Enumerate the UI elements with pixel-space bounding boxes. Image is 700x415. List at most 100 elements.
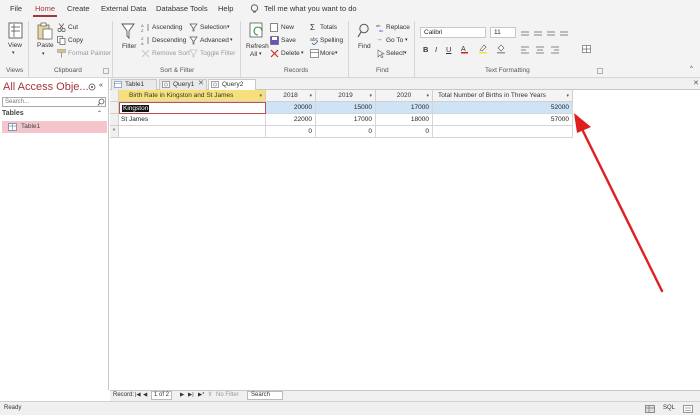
align-icons[interactable] bbox=[520, 46, 564, 54]
column-header-2020[interactable]: 2020 ▾ bbox=[376, 90, 433, 102]
current-record-input[interactable]: 1 of 2 bbox=[151, 391, 173, 400]
close-tab-query1-icon[interactable]: ✕ bbox=[198, 79, 204, 87]
selection-button[interactable]: Selection bbox=[200, 24, 227, 31]
table-cell-2020[interactable]: 18000 bbox=[376, 114, 433, 126]
nav-menu-icon[interactable] bbox=[88, 83, 96, 91]
record-selector[interactable] bbox=[110, 114, 119, 126]
column-dropdown-icon[interactable]: ▾ bbox=[369, 90, 372, 102]
table-cell-name[interactable]: Kingston bbox=[119, 102, 266, 114]
select-all-corner[interactable] bbox=[110, 90, 119, 102]
list-indent-icons[interactable] bbox=[520, 30, 580, 38]
table-cell-2019[interactable]: 15000 bbox=[316, 102, 376, 114]
search-icon[interactable] bbox=[97, 98, 105, 106]
cut-button[interactable]: Cut bbox=[68, 24, 78, 31]
more-dropdown-icon[interactable]: ▾ bbox=[335, 50, 338, 56]
refresh-dropdown-icon[interactable]: ▾ bbox=[259, 51, 262, 57]
column-dropdown-icon[interactable]: ▾ bbox=[566, 90, 569, 102]
table-cell-name[interactable] bbox=[119, 126, 266, 138]
column-header-2019[interactable]: 2019 ▾ bbox=[316, 90, 376, 102]
sort-ascending-button[interactable]: Ascending bbox=[152, 24, 182, 31]
table-cell-2020[interactable]: 17000 bbox=[376, 102, 433, 114]
dialog-launcher-icon[interactable] bbox=[103, 68, 109, 74]
totals-button[interactable]: Totals bbox=[320, 24, 337, 31]
replace-button[interactable]: Replace bbox=[386, 24, 410, 31]
new-blank-record-icon[interactable]: ▶* bbox=[198, 392, 204, 398]
goto-dropdown-icon[interactable]: ▾ bbox=[405, 37, 408, 43]
underline-button[interactable]: U bbox=[446, 45, 451, 54]
paste-dropdown-icon[interactable]: ▾ bbox=[42, 51, 45, 57]
nav-section-tables[interactable]: Tables bbox=[2, 110, 107, 117]
select-button[interactable]: Select bbox=[386, 50, 404, 57]
new-record-button[interactable]: New bbox=[281, 24, 294, 31]
menu-file[interactable]: File bbox=[10, 4, 22, 13]
advanced-dropdown-icon[interactable]: ▾ bbox=[230, 37, 233, 43]
remove-sort-button[interactable]: Remove Sort bbox=[152, 50, 190, 57]
next-record-icon[interactable]: ▶ bbox=[180, 392, 184, 398]
tell-me-search[interactable]: Tell me what you want to do bbox=[264, 4, 357, 13]
menu-external-data[interactable]: External Data bbox=[101, 4, 146, 13]
table-cell-total[interactable]: 57000 bbox=[433, 114, 573, 126]
menu-help[interactable]: Help bbox=[218, 4, 233, 13]
advanced-filter-button[interactable]: Advanced bbox=[200, 37, 229, 44]
table-cell-2019[interactable]: 0 bbox=[316, 126, 376, 138]
table-cell-name[interactable]: St James bbox=[119, 114, 266, 126]
section-collapse-icon[interactable]: ⌃ bbox=[97, 110, 102, 117]
first-record-icon[interactable]: |◀ bbox=[135, 392, 141, 398]
record-selector[interactable] bbox=[110, 102, 119, 114]
table-cell-2018[interactable]: 20000 bbox=[266, 102, 316, 114]
record-search-input[interactable]: Search bbox=[247, 391, 283, 400]
menu-create[interactable]: Create bbox=[67, 4, 90, 13]
save-button[interactable]: Save bbox=[281, 37, 296, 44]
copy-button[interactable]: Copy bbox=[68, 37, 83, 44]
collapse-ribbon-icon[interactable]: ^ bbox=[690, 66, 693, 72]
table-cell-total[interactable]: 52000 bbox=[433, 102, 573, 114]
selection-dropdown-icon[interactable]: ▾ bbox=[227, 24, 230, 30]
table-cell-2018[interactable]: 0 bbox=[266, 126, 316, 138]
more-records-button[interactable]: More bbox=[320, 50, 335, 57]
bold-button[interactable]: B bbox=[423, 45, 428, 54]
menu-home[interactable]: Home bbox=[35, 4, 55, 13]
font-color-icon[interactable]: A bbox=[460, 44, 474, 54]
delete-button[interactable]: Delete bbox=[281, 50, 300, 57]
refresh-all-button[interactable]: Refresh bbox=[246, 43, 269, 50]
filter-button[interactable]: Filter bbox=[122, 43, 136, 50]
find-button[interactable]: Find bbox=[358, 43, 371, 50]
select-dropdown-icon[interactable]: ▾ bbox=[404, 50, 407, 56]
datasheet-view-icon[interactable] bbox=[645, 405, 655, 413]
spelling-button[interactable]: Spelling bbox=[320, 37, 343, 44]
shutter-bar-icon[interactable]: « bbox=[99, 82, 103, 89]
menu-database-tools[interactable]: Database Tools bbox=[156, 4, 208, 13]
sql-view-button[interactable]: SQL bbox=[663, 405, 675, 411]
nav-pane-title[interactable]: All Access Obje... bbox=[3, 81, 89, 93]
column-header-birth-rate[interactable]: Birth Rate in Kingston and St James ▾ bbox=[119, 90, 266, 102]
delete-dropdown-icon[interactable]: ▾ bbox=[301, 50, 304, 56]
font-size-dropdown[interactable]: 11 bbox=[490, 27, 516, 38]
column-dropdown-icon[interactable]: ▾ bbox=[426, 90, 429, 102]
nav-search-input[interactable]: Search... bbox=[2, 97, 106, 107]
goto-button[interactable]: Go To bbox=[386, 37, 403, 44]
column-header-2018[interactable]: 2018 ▾ bbox=[266, 90, 316, 102]
table-cell-2019[interactable]: 17000 bbox=[316, 114, 376, 126]
no-filter-indicator[interactable]: No Filter bbox=[216, 392, 239, 398]
italic-button[interactable]: I bbox=[435, 45, 437, 54]
column-header-total-births[interactable]: Total Number of Births in Three Years ▾ bbox=[433, 90, 573, 102]
sort-descending-button[interactable]: Descending bbox=[152, 37, 186, 44]
dialog-launcher-icon[interactable] bbox=[597, 68, 603, 74]
table-cell-2020[interactable]: 0 bbox=[376, 126, 433, 138]
fill-color-icon[interactable] bbox=[496, 44, 510, 54]
column-dropdown-icon[interactable]: ▾ bbox=[309, 90, 312, 102]
view-button[interactable]: View bbox=[8, 42, 22, 49]
last-record-icon[interactable]: ▶| bbox=[188, 392, 194, 398]
close-document-icon[interactable]: ✕ bbox=[693, 79, 699, 87]
font-name-dropdown[interactable]: Calibri bbox=[420, 27, 486, 38]
table-cell-2018[interactable]: 22000 bbox=[266, 114, 316, 126]
new-record-marker[interactable]: * bbox=[110, 126, 119, 138]
toggle-filter-button[interactable]: Toggle Filter bbox=[200, 50, 235, 57]
previous-record-icon[interactable]: ◀ bbox=[143, 392, 147, 398]
column-dropdown-icon[interactable]: ▾ bbox=[259, 90, 262, 102]
view-dropdown-icon[interactable]: ▾ bbox=[12, 50, 15, 56]
gridlines-icon[interactable] bbox=[582, 45, 598, 54]
table-cell-total[interactable] bbox=[433, 126, 573, 138]
highlight-color-icon[interactable] bbox=[478, 44, 492, 54]
format-painter-button[interactable]: Format Painter bbox=[68, 50, 111, 57]
